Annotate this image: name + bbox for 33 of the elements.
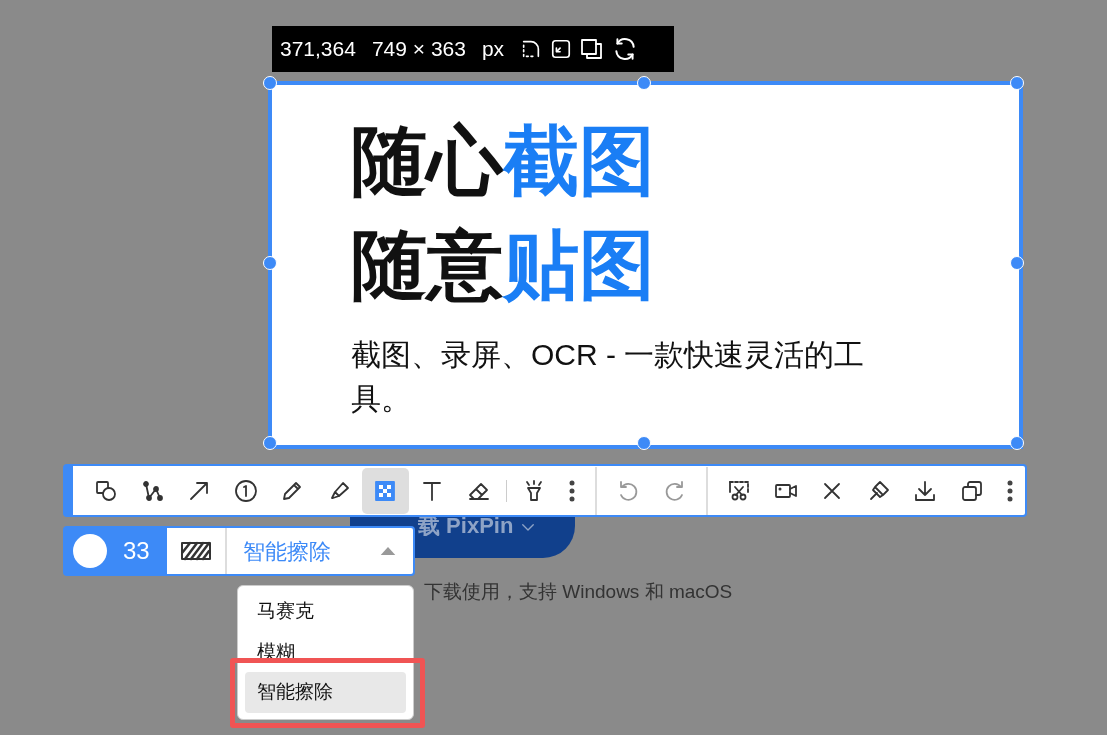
stacked-windows-icon — [580, 37, 605, 61]
size-unit: px — [481, 36, 505, 63]
caret-up-icon — [379, 546, 397, 556]
resize-handle[interactable] — [1010, 256, 1024, 270]
resize-handle[interactable] — [1010, 76, 1024, 90]
more-icon — [1007, 479, 1014, 502]
scissors-icon — [727, 478, 752, 503]
mosaic-icon — [373, 478, 398, 503]
menu-item[interactable]: 智能擦除 — [245, 672, 406, 713]
headline: 随意贴图 — [351, 221, 655, 309]
polyline-icon — [140, 478, 165, 503]
copy-icon — [959, 478, 984, 503]
brush-size-value: 33 — [123, 536, 150, 566]
subtitle: 截图、录屏、OCR - 一款快速灵活的工具。 — [351, 337, 866, 417]
shapes-icon — [94, 478, 119, 503]
selection-position: 371,364 — [280, 36, 356, 63]
resize-handle[interactable] — [263, 76, 277, 90]
resize-square-icon — [550, 38, 573, 60]
selection-size: 749 × 363 — [371, 36, 466, 63]
more-icon — [569, 479, 576, 502]
resize-handle[interactable] — [1010, 436, 1024, 450]
download-note: 下载使用，支持 Windows 和 macOS — [424, 580, 733, 604]
resize-handle[interactable] — [636, 76, 651, 90]
number-circle-icon — [233, 478, 258, 503]
resize-handle[interactable] — [263, 436, 277, 450]
brush-size-dot — [73, 534, 107, 568]
hatched-rect-icon — [181, 541, 211, 561]
download-icon — [913, 478, 938, 503]
resize-handle[interactable] — [636, 436, 651, 450]
mode-dropdown[interactable]: 智能擦除 — [225, 528, 413, 574]
resize-handle[interactable] — [263, 256, 277, 270]
menu-item[interactable]: 马赛克 — [245, 591, 406, 632]
headline: 随心截图 — [351, 117, 655, 205]
